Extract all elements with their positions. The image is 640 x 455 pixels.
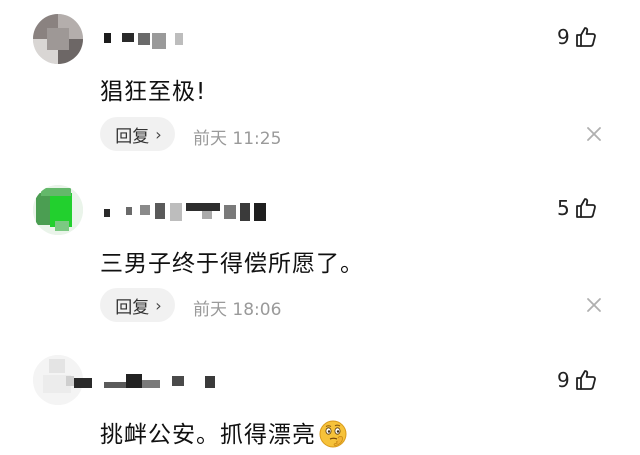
- username-obscured[interactable]: [66, 374, 220, 392]
- like-count: 9: [557, 368, 570, 392]
- thumbs-up-icon: [574, 25, 598, 49]
- chevron-right-icon: ›: [155, 295, 162, 315]
- comment-list: 猖狂至极! 回复 › 前天 11:25 9 三男子终于得偿所愿了。 回复 › 前…: [0, 0, 640, 451]
- avatar[interactable]: [33, 185, 83, 235]
- like-button[interactable]: 5: [557, 195, 598, 221]
- avatar[interactable]: [33, 14, 83, 64]
- reply-button[interactable]: 回复 ›: [100, 288, 175, 322]
- comment-text: 三男子终于得偿所愿了。: [100, 251, 364, 277]
- comment-time: 前天 11:25: [193, 129, 282, 149]
- reply-button[interactable]: 回复 ›: [100, 117, 175, 151]
- thinking-face-emoji: [318, 419, 348, 449]
- thumbs-up-icon: [574, 368, 598, 392]
- chevron-right-icon: ›: [155, 124, 162, 144]
- like-button[interactable]: 9: [557, 367, 598, 393]
- reply-label: 回复: [115, 297, 150, 318]
- comment-text: 猖狂至极!: [100, 79, 207, 105]
- close-icon[interactable]: [585, 296, 603, 314]
- comment-text: 挑衅公安。抓得漂亮: [100, 415, 348, 451]
- like-count: 5: [557, 196, 570, 220]
- username-obscured[interactable]: [100, 203, 270, 221]
- like-count: 9: [557, 25, 570, 49]
- reply-label: 回复: [115, 126, 150, 147]
- comment-time: 前天 18:06: [193, 300, 282, 320]
- comment-text-body: 挑衅公安。抓得漂亮: [100, 422, 316, 448]
- like-button[interactable]: 9: [557, 24, 598, 50]
- thumbs-up-icon: [574, 196, 598, 220]
- close-icon[interactable]: [585, 125, 603, 143]
- username-obscured[interactable]: [100, 33, 190, 51]
